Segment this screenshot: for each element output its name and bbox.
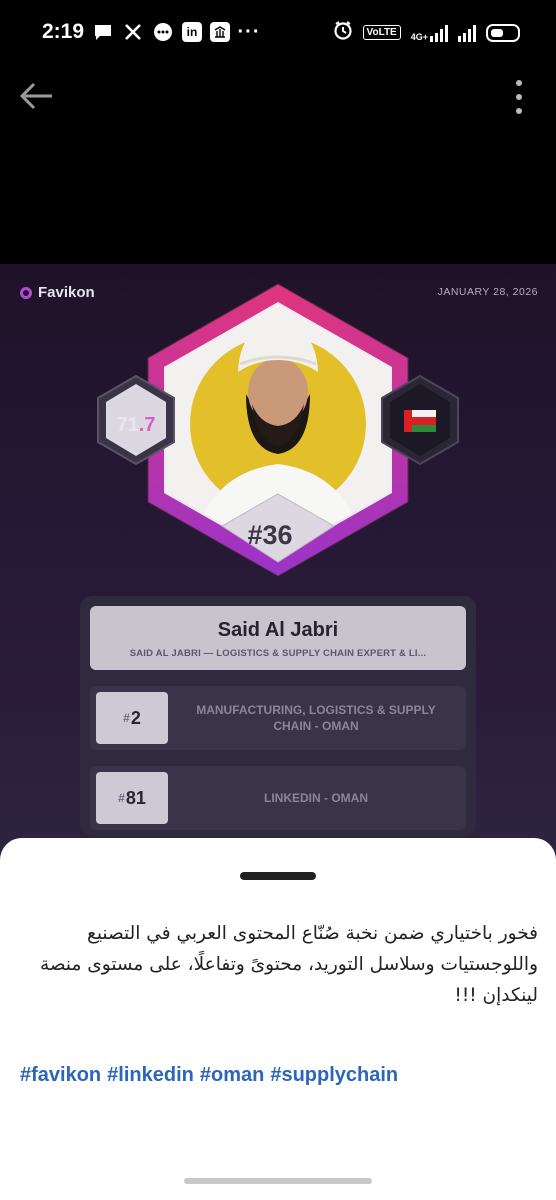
more-icon: ··· [237,20,261,43]
alarm-icon [333,20,353,45]
hashtag-link[interactable]: #supplychain [270,1064,398,1087]
linkedin-icon: in [182,22,202,42]
caption-bottom-sheet[interactable]: فخور باختياري ضمن نخبة صُنّاع المحتوى ال… [0,838,556,1200]
post-caption: فخور باختياري ضمن نخبة صُنّاع المحتوى ال… [39,923,538,1006]
score-decimal: .7 [138,414,156,436]
notification-icons: in ··· [92,21,260,43]
platform-rank-value: 81 [125,787,146,808]
network-type: 4G+ [410,31,428,42]
category-label: MANUFACTURING, LOGISTICS & SUPPLY CHAIN … [196,703,436,733]
volte-badge: VoLTE [362,25,401,40]
name-card: Said Al Jabri SAID AL JABRI — LOGISTICS … [90,606,466,670]
home-indicator[interactable] [184,1178,372,1184]
score-int: 71 [116,414,139,436]
status-bar: 2:19 in ··· VoLTE 4G+ [0,0,556,70]
score-value: 71.7 [106,414,166,437]
system-icons: VoLTE 4G+ [333,20,520,45]
platform-rank-badge: #81 [96,772,168,824]
oman-flag-icon [404,410,436,432]
sheet-drag-handle[interactable] [240,872,316,880]
hashtag-list: #favikon #linkedin #oman #supplychain [20,1064,398,1087]
message-icon [92,21,114,43]
more-options-icon[interactable] [510,80,528,114]
status-time: 2:19 [42,20,85,43]
platform-rank-card: #81 LINKEDIN - OMAN [90,766,466,830]
cellular-signal-1: 4G+ [411,24,448,42]
signal-bars-icon [430,24,448,42]
hashtag-link[interactable]: #favikon [20,1064,101,1087]
hashtag-link[interactable]: #linkedin [107,1064,194,1087]
profile-name: Said Al Jabri [217,619,339,641]
profile-subtitle: SAID AL JABRI — LOGISTICS & SUPPLY CHAIN… [129,648,427,659]
category-rank-value: 2 [130,707,141,728]
back-arrow-icon[interactable] [18,80,54,112]
platform-label: LINKEDIN - OMAN [264,791,368,805]
x-icon [122,21,144,43]
category-rank-card: #2 MANUFACTURING, LOGISTICS & SUPPLY CHA… [90,686,466,750]
chat-icon [152,21,174,43]
post-image[interactable]: Favikon JANUARY 28, 2026 71.7 #36 Said A… [0,264,556,864]
app-icon [210,22,230,42]
category-rank-badge: #2 [96,692,168,744]
hashtag-link[interactable]: #oman [200,1064,264,1087]
signal-bars-icon-2 [458,24,476,42]
main-rank: #36 [247,520,293,550]
battery-icon [486,23,520,42]
